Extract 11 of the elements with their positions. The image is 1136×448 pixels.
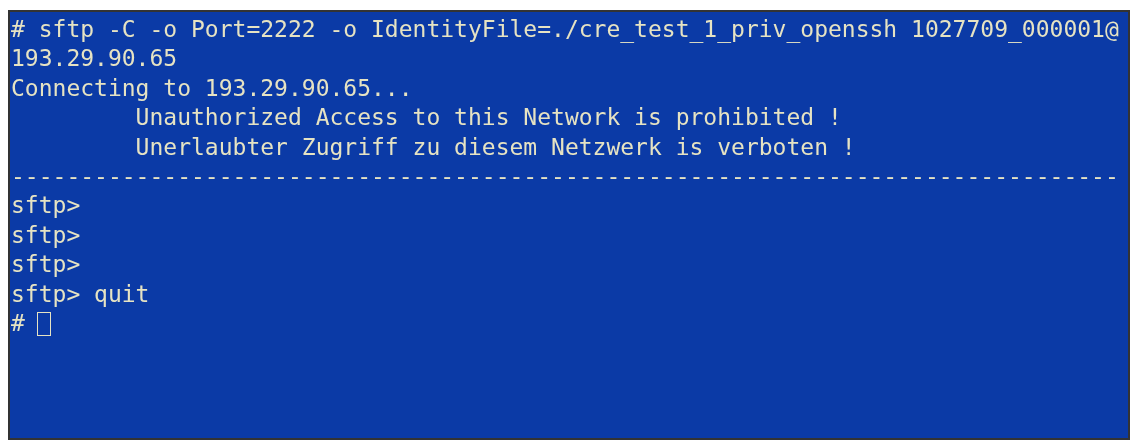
terminal-line: sftp> bbox=[11, 250, 81, 280]
terminal-line: # sftp -C -o Port=2222 -o IdentityFile=./cre_test_1_priv_openssh 1027709_000001@ bbox=[11, 15, 1119, 45]
terminal-line: Unauthorized Access to this Network is prohibited ! bbox=[134, 103, 842, 133]
terminal-line: Unerlaubter Zugriff zu diesem Netzwerk is verboten ! bbox=[134, 132, 856, 162]
terminal-line: sftp> bbox=[11, 191, 81, 221]
terminal-line: Connecting to 193.29.90.65... bbox=[11, 73, 413, 103]
terminal-line: -------------------------------------------------------------------------------- bbox=[11, 162, 1119, 192]
terminal-line: sftp> quit bbox=[11, 279, 150, 309]
terminal-line: # bbox=[11, 309, 25, 339]
terminal-line: 193.29.90.65 bbox=[11, 44, 178, 74]
terminal-line: sftp> bbox=[11, 220, 81, 250]
